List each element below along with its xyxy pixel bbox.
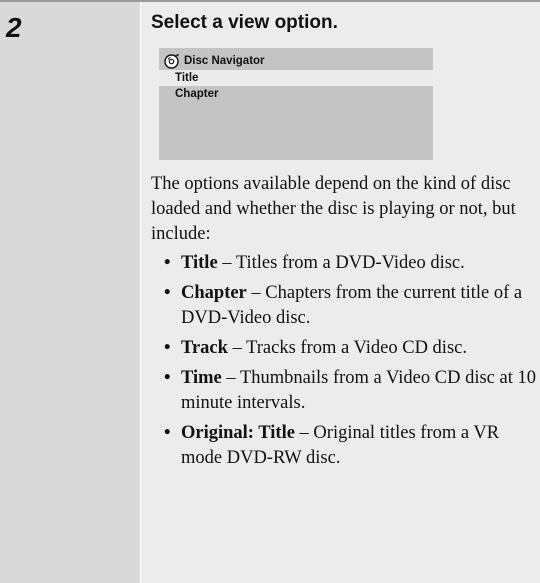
list-item: • Time – Thumbnails from a Video CD disc… [164,368,536,413]
bullet: • [164,283,171,303]
body-text: The options available depend on the kind… [151,172,536,476]
options-list: • Title – Titles from a DVD-Video disc. … [151,251,536,471]
option-description: Titles from a DVD-Video disc. [235,253,465,273]
step-column: 2 [0,2,140,583]
option-term: Time [181,368,222,388]
option-term: Chapter [181,283,247,303]
step-number: 2 [6,12,22,43]
option-term: Title [181,253,218,273]
osd-item-chapter[interactable]: Chapter [159,86,433,102]
disc-navigator-screen: Disc Navigator Title Chapter [159,48,433,160]
osd-title: Disc Navigator [164,53,265,69]
step-content: Select a view option. Disc Navigator Tit… [140,2,540,583]
step-heading: Select a view option. [151,12,338,33]
option-description: Thumbnails from a Video CD disc at 10 mi… [181,368,536,413]
intro-paragraph: The options available depend on the kind… [151,174,516,244]
list-item: • Original: Title – Original titles from… [164,423,500,468]
option-term: Track [181,338,228,358]
manual-page: 2 Select a view option. Disc Navigator T… [0,0,540,583]
bullet: • [164,368,171,388]
option-term: Original: Title [181,423,295,443]
list-item: • Chapter – Chapters from the current ti… [164,283,523,328]
list-item: • Track – Tracks from a Video CD disc. [151,336,536,361]
bullet: • [164,423,171,443]
bullet: • [164,253,171,273]
osd-title-text: Disc Navigator [184,55,265,67]
disc-navigator-icon [164,54,179,69]
osd-item-title[interactable]: Title [159,70,433,86]
option-description: Tracks from a Video CD disc. [246,338,467,358]
bullet: • [164,338,171,358]
list-item: • Title – Titles from a DVD-Video disc. [151,251,536,276]
